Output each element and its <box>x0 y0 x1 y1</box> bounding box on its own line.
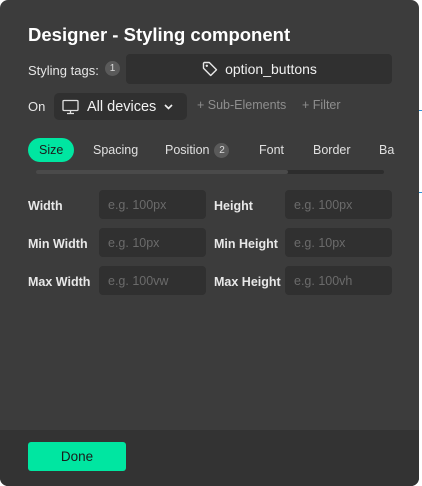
min-width-label: Min Width <box>28 237 88 251</box>
min-height-label: Min Height <box>214 237 278 251</box>
max-height-field[interactable] <box>285 266 392 295</box>
tab-background-label: Ba <box>379 143 395 157</box>
add-sub-elements-link[interactable]: + Sub-Elements <box>197 98 286 112</box>
min-height-field[interactable] <box>285 228 392 257</box>
tab-font[interactable]: Font <box>259 138 284 162</box>
styling-tags-count-badge: 1 <box>105 61 120 76</box>
max-width-label: Max Width <box>28 275 91 289</box>
styling-tags-label: Styling tags: <box>28 63 99 78</box>
chevron-down-icon <box>164 103 173 110</box>
dialog-title: Designer - Styling component <box>28 24 291 45</box>
styling-dialog: Designer - Styling component Styling tag… <box>0 0 419 486</box>
tab-border-label: Border <box>313 143 351 157</box>
tab-spacing-label: Spacing <box>93 143 139 157</box>
tab-position[interactable]: Position 2 <box>165 138 230 162</box>
tab-size[interactable]: Size <box>28 138 75 162</box>
add-filter-link[interactable]: + Filter <box>302 98 341 112</box>
tab-position-count-badge: 2 <box>214 142 230 158</box>
tab-background-truncated[interactable]: Ba <box>379 138 394 162</box>
device-select-label: All devices <box>87 98 157 115</box>
tab-size-label: Size <box>39 143 64 157</box>
min-width-field[interactable] <box>99 228 206 257</box>
styling-tag-label: option_buttons <box>225 61 317 77</box>
height-label: Height <box>214 199 253 213</box>
tab-font-label: Font <box>259 143 285 157</box>
tag-icon <box>201 60 219 78</box>
monitor-icon <box>62 99 79 115</box>
on-label: On <box>28 99 46 114</box>
height-field[interactable] <box>285 190 392 219</box>
tab-border[interactable]: Border <box>313 138 351 162</box>
width-field[interactable] <box>99 190 206 219</box>
tab-position-label: Position <box>165 143 210 157</box>
tabs-scroll-thumb[interactable] <box>36 170 288 174</box>
styling-tag-chip[interactable]: option_buttons <box>126 54 392 84</box>
max-width-field[interactable] <box>99 266 206 295</box>
max-height-label: Max Height <box>214 275 281 289</box>
width-label: Width <box>28 199 63 213</box>
device-select[interactable]: All devices <box>54 93 187 120</box>
done-button[interactable]: Done <box>28 442 126 471</box>
tab-spacing[interactable]: Spacing <box>93 138 138 162</box>
